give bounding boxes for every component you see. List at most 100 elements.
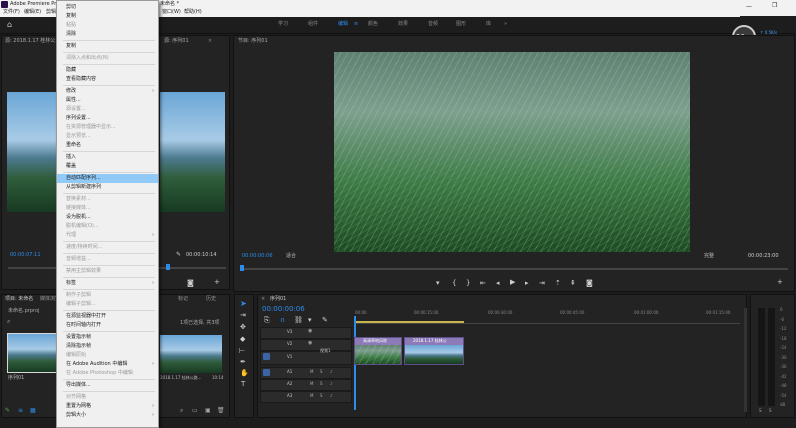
track-header-v2[interactable] <box>260 339 352 351</box>
context-menu-item[interactable]: 在 Adobe Audition 中编辑 › <box>57 360 158 369</box>
context-menu-item[interactable]: 复制 <box>57 12 158 21</box>
source-patch-a1[interactable] <box>263 369 270 376</box>
list-view-icon[interactable]: ≡ <box>18 408 23 414</box>
markers-tab[interactable]: 标记 <box>178 297 188 302</box>
workspace-tab-graphics[interactable]: 图形 <box>456 22 466 27</box>
solo-icon[interactable]: S <box>320 370 323 374</box>
context-menu-item[interactable]: 在资源管理器中显示... <box>57 123 158 132</box>
fit-dropdown[interactable]: 适合 <box>286 254 296 259</box>
timeline-scrollbar[interactable] <box>744 308 747 412</box>
context-menu-item[interactable]: 序列设置... <box>57 114 158 123</box>
context-menu-item[interactable]: 属性... <box>57 96 158 105</box>
snap-icon[interactable]: ∩ <box>280 317 285 324</box>
pencil-icon[interactable]: ✎ <box>5 408 10 414</box>
context-menu-item[interactable]: 剪辑大小 › <box>57 411 158 420</box>
context-menu-item[interactable]: 对齐网格 <box>57 393 158 402</box>
go-to-out-icon[interactable]: ⇥ <box>539 280 545 287</box>
context-menu-item[interactable]: 显示预览... <box>57 132 158 141</box>
program-add-icon[interactable]: + <box>777 279 783 286</box>
context-menu-item[interactable]: 脱机编辑(O)... <box>57 222 158 231</box>
menu-window[interactable]: 窗口(W) <box>162 10 181 15</box>
selection-tool-icon[interactable]: ➤ <box>240 300 247 308</box>
context-menu-item[interactable]: 粘贴 <box>57 21 158 30</box>
add-marker-icon[interactable]: ▾ <box>436 280 440 287</box>
program-tab[interactable]: 节目: 序列01 <box>238 39 268 44</box>
slip-tool-icon[interactable]: ⊢ <box>239 348 245 355</box>
export-frame-icon[interactable]: ◙ <box>586 280 593 287</box>
solo-icon[interactable]: S <box>320 382 323 386</box>
quality-dropdown[interactable]: 完整 <box>704 254 714 259</box>
mark-out-icon[interactable]: } <box>466 280 470 287</box>
timeline-clip-2[interactable]: 2018.1.17 桂林公 <box>404 337 464 365</box>
source-tab[interactable]: 源: 2018.1.17 桂林公 <box>5 39 55 44</box>
menu-clip[interactable]: 剪辑 <box>46 10 56 15</box>
context-menu-item[interactable]: 复制 <box>57 42 158 51</box>
context-menu-item[interactable]: 重命名 <box>57 141 158 150</box>
workspace-menu-icon[interactable]: ≡ <box>354 22 358 27</box>
context-menu-item[interactable]: 从剪辑新建序列 <box>57 183 158 192</box>
context-menu-item[interactable]: 音频增益... <box>57 255 158 264</box>
track-header-a2[interactable] <box>260 379 352 391</box>
menu-help[interactable]: 帮助(H) <box>184 10 202 15</box>
context-menu-item[interactable]: 在时间轴内打开 <box>57 321 158 330</box>
project-thumb-1[interactable] <box>7 333 59 373</box>
context-menu-item[interactable]: 自动匹配序列... <box>57 174 158 183</box>
context-menu-item[interactable]: 源设置... <box>57 105 158 114</box>
nest-icon[interactable]: ⎘ <box>264 317 270 324</box>
work-area-bar[interactable] <box>356 321 464 323</box>
minimize-button[interactable]: — <box>746 4 752 10</box>
home-icon[interactable]: ⌂ <box>7 21 12 29</box>
add-marker-timeline-icon[interactable]: ▾ <box>308 317 312 324</box>
workspace-tab-editing[interactable]: 编辑 <box>338 22 348 27</box>
track-header-a1[interactable] <box>260 367 352 379</box>
icon-view-icon[interactable]: ▦ <box>30 408 36 414</box>
menu-file[interactable]: 文件(F) <box>3 10 20 15</box>
track-header-v3[interactable] <box>260 327 352 339</box>
timeline-clip-1[interactable]: 高清草地风吹 <box>354 337 402 365</box>
context-menu-item[interactable]: 在源监视器中打开 <box>57 312 158 321</box>
razor-tool-icon[interactable]: ◆ <box>240 336 245 343</box>
context-menu-item[interactable]: 在 Adobe Photoshop 中编辑 <box>57 369 158 378</box>
new-item-icon[interactable]: ▣ <box>205 408 211 414</box>
mic-icon[interactable]: ♪ <box>330 370 333 374</box>
mark-in-icon[interactable]: { <box>452 280 456 287</box>
linked-selection-icon[interactable]: ⛓ <box>294 317 303 324</box>
context-menu-item[interactable]: 禁用主剪辑效果 <box>57 267 158 276</box>
new-bin-icon[interactable]: ▭ <box>192 408 198 414</box>
timeline-close-icon[interactable]: × <box>261 297 265 302</box>
context-menu-item[interactable]: 清除 <box>57 30 158 39</box>
context-menu-item[interactable]: 设置指示帧 <box>57 333 158 342</box>
track-select-tool-icon[interactable]: ⇥ <box>240 312 246 319</box>
source-playhead[interactable] <box>166 264 170 270</box>
type-tool-icon[interactable]: T <box>241 381 245 388</box>
wrench-icon[interactable]: ✎ <box>176 252 181 258</box>
workspace-tab-audio[interactable]: 音频 <box>428 22 438 27</box>
timeline-settings-icon[interactable]: ✎ <box>322 317 328 324</box>
mic-icon[interactable]: ♪ <box>330 394 333 398</box>
go-to-in-icon[interactable]: ⇤ <box>480 280 486 287</box>
context-menu-item[interactable]: 链接媒体... <box>57 204 158 213</box>
project-thumb-2[interactable] <box>160 335 222 373</box>
context-menu-item[interactable]: 查看隐藏内容 <box>57 75 158 84</box>
find-icon[interactable]: ⌕ <box>180 408 183 414</box>
panel-close-icon[interactable]: × <box>208 39 212 44</box>
project-tab[interactable]: 项目: 未命名 <box>5 297 33 302</box>
workspace-tab-assembly[interactable]: 组件 <box>308 22 318 27</box>
hand-tool-icon[interactable]: ✋ <box>240 370 249 377</box>
mic-icon[interactable]: ♪ <box>330 382 333 386</box>
source-right-tab[interactable]: 源: 序列01 <box>164 39 189 44</box>
context-menu-item[interactable]: 插入 <box>57 153 158 162</box>
step-back-icon[interactable]: ◂ <box>496 280 500 287</box>
meter-solo-left[interactable]: S <box>759 409 762 413</box>
mute-icon[interactable]: M <box>310 394 313 398</box>
program-scrub-bar[interactable] <box>240 268 788 270</box>
source-patch-v1[interactable] <box>263 353 270 360</box>
timeline-tab[interactable]: 序列01 <box>270 297 286 302</box>
add-icon[interactable]: + <box>214 279 220 286</box>
workspace-tab-color[interactable]: 颜色 <box>368 22 378 27</box>
eye-icon[interactable]: ◉ <box>308 341 312 346</box>
pen-tool-icon[interactable]: ✒ <box>240 359 246 366</box>
context-menu-item[interactable]: 编辑原始 <box>57 351 158 360</box>
context-menu-item[interactable]: 编辑子剪辑... <box>57 300 158 309</box>
context-menu-item[interactable]: 速度/持续时间... <box>57 243 158 252</box>
